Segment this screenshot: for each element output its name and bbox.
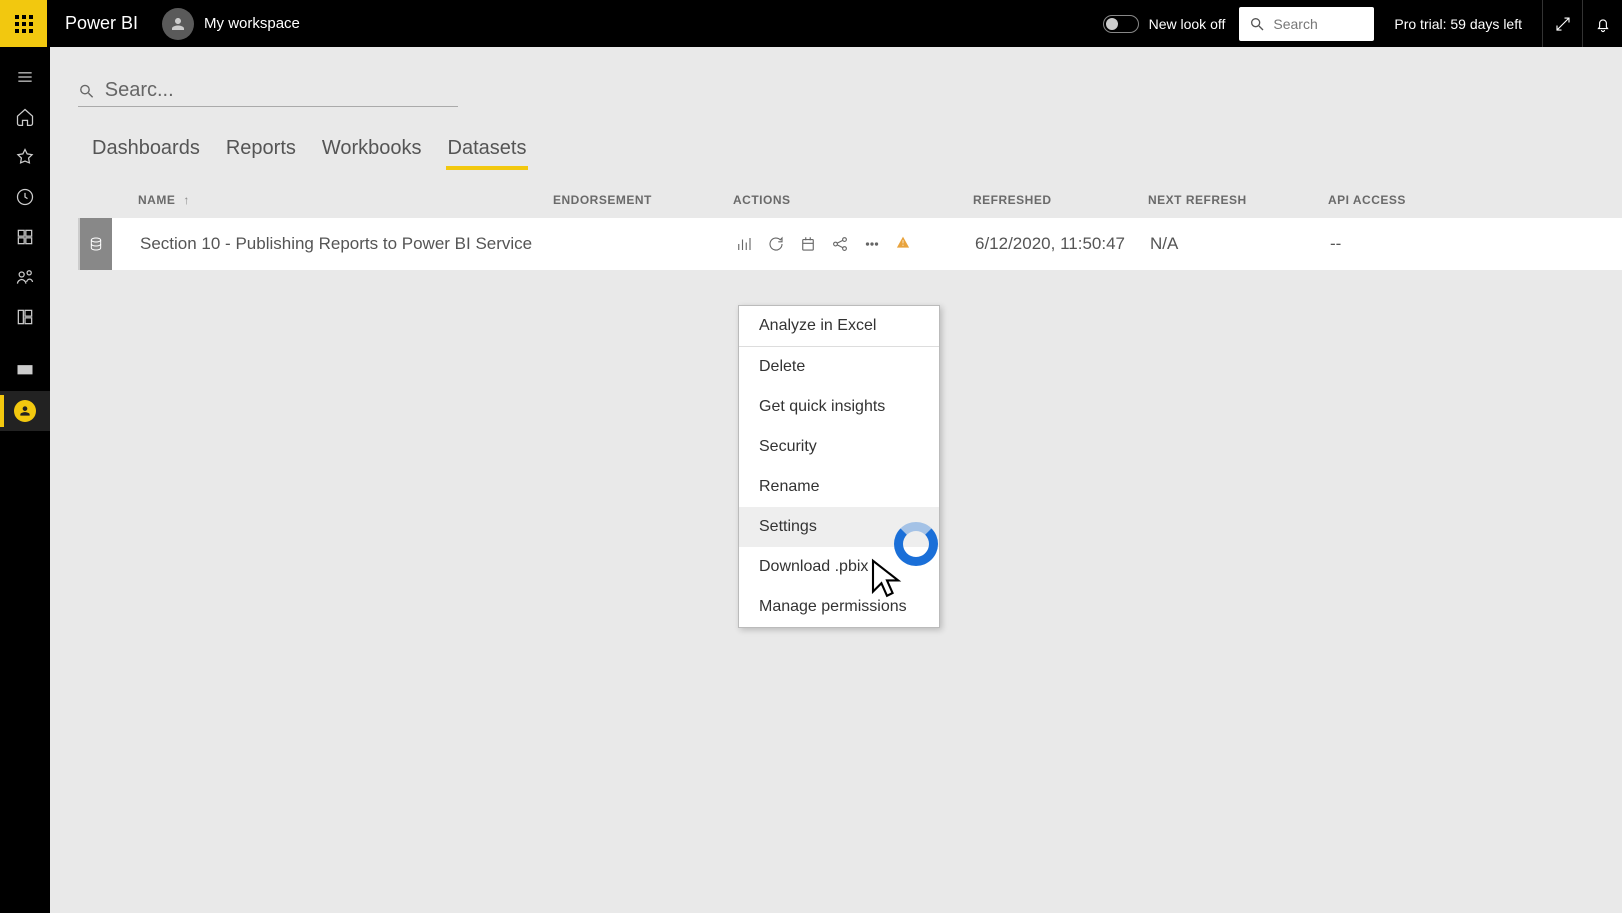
- new-look-toggle[interactable]: [1103, 15, 1139, 33]
- expand-icon: [1554, 15, 1572, 33]
- content-search-input[interactable]: [105, 79, 458, 102]
- nav-hamburger[interactable]: [0, 57, 50, 97]
- workspace-avatar-icon: [162, 8, 194, 40]
- hamburger-icon: [15, 67, 35, 87]
- menu-settings[interactable]: Settings: [739, 507, 939, 547]
- app-launcher-button[interactable]: [0, 0, 47, 47]
- tab-workbooks[interactable]: Workbooks: [320, 131, 424, 168]
- search-icon: [78, 82, 95, 100]
- menu-delete[interactable]: Delete: [739, 347, 939, 387]
- menu-get-quick-insights[interactable]: Get quick insights: [739, 387, 939, 427]
- warning-icon: [895, 234, 911, 250]
- nav-apps[interactable]: [0, 217, 50, 257]
- dataset-type-icon: [80, 218, 112, 270]
- new-look-label: New look off: [1149, 16, 1226, 32]
- schedule-refresh-button[interactable]: [799, 235, 817, 253]
- share-button[interactable]: [831, 235, 849, 253]
- share-icon: [831, 235, 849, 253]
- dataset-refreshed: 6/12/2020, 11:50:47: [975, 234, 1150, 254]
- apps-icon: [15, 227, 35, 247]
- refresh-now-button[interactable]: [767, 235, 785, 253]
- star-icon: [15, 147, 35, 167]
- global-search-placeholder: Search: [1273, 16, 1317, 32]
- left-nav: [0, 47, 50, 913]
- nav-favorites[interactable]: [0, 137, 50, 177]
- nav-workspaces[interactable]: [0, 297, 50, 337]
- tab-dashboards[interactable]: Dashboards: [90, 131, 202, 168]
- home-icon: [15, 107, 35, 127]
- monitor-icon: [15, 361, 35, 381]
- more-options-button[interactable]: [863, 235, 881, 253]
- sort-asc-icon: ↑: [183, 193, 190, 207]
- col-header-name[interactable]: NAME ↑: [138, 193, 553, 207]
- menu-rename[interactable]: Rename: [739, 467, 939, 507]
- context-menu: Analyze in Excel Delete Get quick insigh…: [738, 305, 940, 628]
- waffle-icon: [15, 15, 33, 33]
- nav-shared[interactable]: [0, 257, 50, 297]
- new-look-toggle-group: New look off: [1103, 15, 1226, 33]
- dataset-actions: [735, 234, 975, 255]
- content-tabs: Dashboards Reports Workbooks Datasets: [90, 131, 1622, 168]
- nav-my-workspace[interactable]: [0, 391, 50, 431]
- dataset-api-access: --: [1330, 234, 1450, 254]
- schedule-icon: [799, 235, 817, 253]
- ellipsis-icon: [863, 235, 881, 253]
- col-header-next-refresh[interactable]: NEXT REFRESH: [1148, 193, 1328, 207]
- workspace-selector[interactable]: My workspace: [162, 8, 300, 40]
- content-search[interactable]: [78, 75, 458, 107]
- col-header-endorsement[interactable]: ENDORSEMENT: [553, 193, 733, 207]
- nav-home[interactable]: [0, 97, 50, 137]
- shared-icon: [15, 267, 35, 287]
- tab-reports[interactable]: Reports: [224, 131, 298, 168]
- workspaces-icon: [15, 307, 35, 327]
- topbar-right: New look off Search Pro trial: 59 days l…: [1103, 0, 1622, 47]
- global-search[interactable]: Search: [1239, 7, 1374, 41]
- menu-download-pbix[interactable]: Download .pbix: [739, 547, 939, 587]
- trial-status: Pro trial: 59 days left: [1394, 16, 1522, 32]
- top-bar: Power BI My workspace New look off Searc…: [0, 0, 1622, 47]
- refresh-icon: [767, 235, 785, 253]
- tab-datasets[interactable]: Datasets: [446, 131, 529, 168]
- menu-analyze-in-excel[interactable]: Analyze in Excel: [739, 306, 939, 347]
- nav-recent[interactable]: [0, 177, 50, 217]
- col-header-api-access[interactable]: API ACCESS: [1328, 193, 1448, 207]
- col-header-actions: ACTIONS: [733, 193, 973, 207]
- main-content: Dashboards Reports Workbooks Datasets NA…: [50, 47, 1622, 913]
- bell-icon: [1594, 15, 1612, 33]
- menu-manage-permissions[interactable]: Manage permissions: [739, 587, 939, 627]
- dataset-name: Section 10 - Publishing Reports to Power…: [140, 234, 555, 254]
- notifications-button[interactable]: [1582, 0, 1622, 47]
- bar-chart-icon: [735, 235, 753, 253]
- warning-indicator[interactable]: [895, 234, 911, 255]
- col-header-refreshed[interactable]: REFRESHED: [973, 193, 1148, 207]
- dataset-row[interactable]: Section 10 - Publishing Reports to Power…: [78, 218, 1622, 270]
- search-icon: [1249, 16, 1265, 32]
- dataset-next-refresh: N/A: [1150, 234, 1330, 254]
- nav-monitor[interactable]: [0, 351, 50, 391]
- brand-label: Power BI: [65, 13, 138, 34]
- my-workspace-avatar-icon: [14, 400, 36, 422]
- menu-security[interactable]: Security: [739, 427, 939, 467]
- clock-icon: [15, 187, 35, 207]
- workspace-name: My workspace: [204, 15, 300, 32]
- grid-header: NAME ↑ ENDORSEMENT ACTIONS REFRESHED NEX…: [78, 182, 1622, 218]
- fullscreen-button[interactable]: [1542, 0, 1582, 47]
- create-report-button[interactable]: [735, 235, 753, 253]
